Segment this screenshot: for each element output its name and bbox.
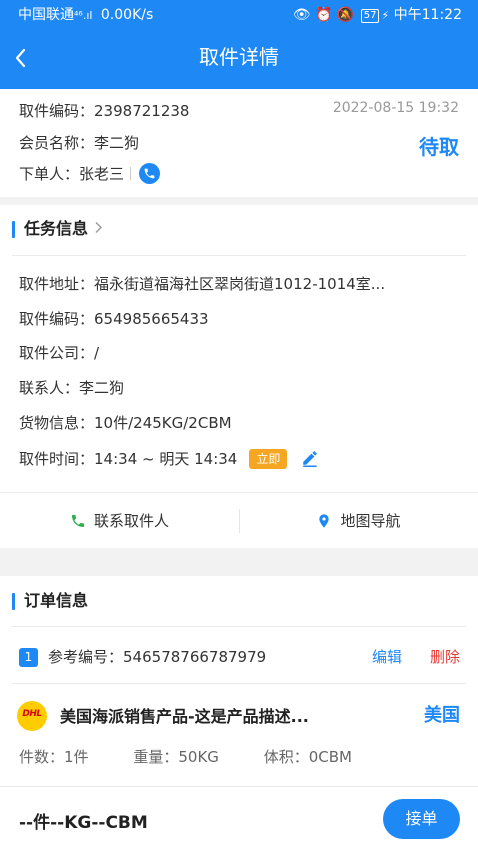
order-index-badge: 1	[19, 648, 38, 667]
member-row: 会员名称：李二狗	[19, 132, 139, 153]
contact-picker-label: 联系取件人	[93, 512, 169, 530]
map-navigation-button[interactable]: 地图导航	[239, 493, 478, 549]
order-info-title: 订单信息	[24, 591, 89, 610]
charging-icon: ⚡	[381, 9, 390, 22]
location-pin-icon	[319, 514, 330, 528]
weight-spec: 重量：50KG	[133, 748, 219, 766]
created-datetime: 2022-08-15 19:32	[332, 100, 459, 116]
volume-value: 0CBM	[308, 748, 352, 766]
edit-order-link[interactable]: 编辑	[372, 646, 402, 667]
page-title: 取件详情	[199, 45, 279, 69]
dhl-logo: DHL	[17, 701, 47, 731]
order-specs: 件数：1件 重量：50KG 体积：0CBM	[19, 746, 392, 767]
pickup-time-label: 取件时间：	[19, 450, 95, 468]
order-info-header: 订单信息	[12, 591, 88, 611]
goods-row: 货物信息：10件/245KG/2CBM	[19, 412, 232, 433]
alarm-icon: ⏰	[314, 7, 333, 23]
immediate-badge: 立即	[249, 449, 288, 469]
orderer-row: 下单人：张老三	[19, 163, 161, 184]
pickup-code-row: 取件编码：2398721238	[19, 100, 189, 121]
edit-pencil-icon[interactable]	[301, 449, 319, 471]
contact-picker-button[interactable]: 联系取件人	[0, 493, 239, 549]
contact-row: 联系人：李二狗	[19, 377, 124, 398]
task-info-title: 任务信息	[24, 219, 89, 238]
member-label: 会员名称：	[19, 134, 95, 152]
divider	[12, 683, 466, 684]
goods-value: 10件/245KG/2CBM	[94, 414, 232, 432]
product-name: 美国海派销售产品-这是产品描述...	[60, 707, 309, 726]
divider	[130, 167, 132, 180]
pickup-code-label: 取件编码：	[19, 102, 95, 120]
mute-icon: 🔕	[336, 7, 355, 23]
qty-value: 1件	[64, 748, 89, 766]
task-info-card: 任务信息 取件地址：福永街道福海社区翠岗街道1012-1014室... 取件编码…	[0, 205, 478, 492]
divider	[12, 626, 466, 627]
section-accent-bar	[12, 221, 15, 238]
member-value: 李二狗	[94, 134, 140, 152]
orderer-label: 下单人：	[19, 165, 80, 183]
section-accent-bar	[12, 593, 15, 610]
task-code-value: 654985665433	[94, 310, 209, 328]
company-label: 取件公司：	[19, 344, 95, 362]
accept-order-button[interactable]: 接单	[383, 799, 460, 839]
chevron-right-icon	[94, 219, 103, 239]
volume-spec: 体积：0CBM	[264, 748, 352, 766]
clock: 中午11:22	[393, 7, 462, 23]
orderer-value: 张老三	[79, 165, 125, 183]
summary-card: 取件编码：2398721238 2022-08-15 19:32 会员名称：李二…	[0, 89, 478, 197]
task-code-label: 取件编码：	[19, 310, 95, 328]
weight-value: 50KG	[178, 748, 219, 766]
task-info-header[interactable]: 任务信息	[12, 219, 103, 239]
status-bar: 中国联通⁴⁶.ıl 0.00K/s 👁 ⏰ 🔕 57 ⚡ 中午11:22	[0, 0, 478, 26]
total-summary: --件--KG--CBM	[19, 813, 148, 833]
delete-order-link[interactable]: 删除	[430, 646, 460, 667]
title-bar: 取件详情	[0, 36, 478, 80]
status-badge: 待取	[419, 135, 459, 159]
pickup-time-value: 14:34 ~ 明天 14:34	[94, 450, 238, 468]
signal-icon: ⁴⁶.ıl	[74, 9, 93, 22]
order-ref-label: 参考编号：	[48, 648, 124, 666]
company-value: /	[94, 344, 100, 362]
eye-icon: 👁	[292, 7, 311, 23]
qty-spec: 件数：1件	[19, 748, 89, 766]
battery-icon: 57	[360, 9, 380, 23]
divider	[12, 255, 466, 256]
action-bar: 联系取件人 地图导航	[0, 492, 478, 548]
status-right: 👁 ⏰ 🔕 57 ⚡ 中午11:22	[293, 4, 462, 24]
app-header: 中国联通⁴⁶.ıl 0.00K/s 👁 ⏰ 🔕 57 ⚡ 中午11:22 取件详情	[0, 0, 478, 89]
pickup-time-row: 取件时间：14:34 ~ 明天 14:34 立即	[19, 448, 319, 471]
carrier-name: 中国联通	[18, 7, 74, 23]
order-ref-value: 546578766787979	[123, 648, 267, 666]
map-navigation-label: 地图导航	[340, 512, 401, 530]
qty-label: 件数：	[19, 748, 65, 766]
status-left: 中国联通⁴⁶.ıl 0.00K/s	[18, 4, 153, 24]
volume-label: 体积：	[263, 748, 309, 766]
company-row: 取件公司：/	[19, 342, 99, 363]
weight-label: 重量：	[133, 748, 179, 766]
contact-value: 李二狗	[79, 379, 125, 397]
destination-country: 美国	[424, 705, 460, 726]
pickup-address-value: 福永街道福海社区翠岗街道1012-1014室...	[94, 275, 386, 293]
dhl-logo-text: DHL	[22, 709, 42, 719]
network-speed: 0.00K/s	[100, 7, 154, 23]
order-info-card: 订单信息 1 参考编号：546578766787979 编辑 删除 DHL 美国海…	[0, 576, 478, 786]
call-orderer-icon[interactable]	[139, 163, 161, 184]
contact-label: 联系人：	[19, 379, 80, 397]
phone-icon	[71, 515, 84, 527]
goods-label: 货物信息：	[19, 414, 95, 432]
bottom-bar: --件--KG--CBM 接单	[0, 786, 478, 850]
order-ref-row: 1 参考编号：546578766787979	[19, 646, 266, 667]
pickup-address-row: 取件地址：福永街道福海社区翠岗街道1012-1014室...	[19, 273, 385, 294]
pickup-code-value: 2398721238	[94, 102, 190, 120]
pickup-address-label: 取件地址：	[19, 275, 95, 293]
task-code-row: 取件编码：654985665433	[19, 308, 209, 329]
